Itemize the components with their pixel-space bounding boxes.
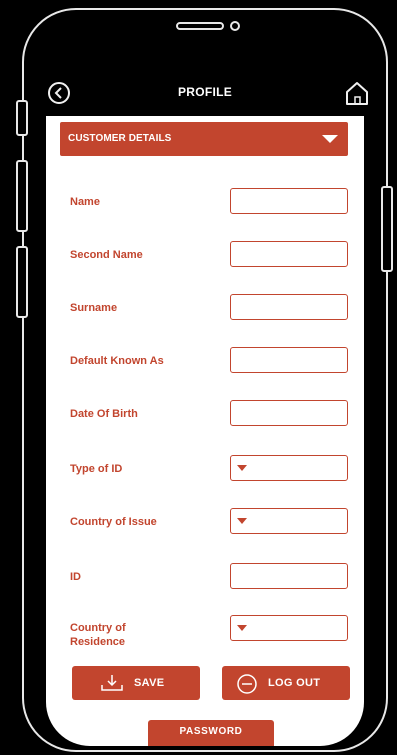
phone-volume-up [16, 160, 28, 232]
chevron-down-icon [237, 465, 247, 471]
save-label: SAVE [134, 677, 165, 689]
surname-input[interactable] [230, 294, 348, 320]
caret-down-icon [322, 135, 338, 143]
customer-details-dropdown[interactable]: CUSTOMER DETAILS [60, 122, 348, 156]
surname-label: Surname [70, 302, 118, 314]
country-of-issue-select[interactable] [230, 508, 348, 534]
type-of-id-label: Type of ID [70, 463, 123, 475]
default-known-as-label: Default Known As [70, 355, 164, 367]
logout-label: LOG OUT [268, 677, 321, 689]
default-known-as-input[interactable] [230, 347, 348, 373]
speaker-grille [176, 22, 224, 30]
app-header: PROFILE [44, 66, 368, 116]
phone-power-button [381, 186, 393, 272]
second-name-label: Second Name [70, 249, 143, 261]
second-name-input[interactable] [230, 241, 348, 267]
chevron-down-icon [237, 518, 247, 524]
date-of-birth-input[interactable] [230, 400, 348, 426]
profile-screen: CUSTOMER DETAILS Name Second Name Surnam… [46, 116, 364, 746]
country-of-residence-select[interactable] [230, 615, 348, 641]
page-title: PROFILE [177, 85, 233, 99]
home-icon[interactable] [344, 80, 370, 106]
front-camera [230, 21, 240, 31]
password-button[interactable]: PASSWORD [148, 720, 274, 746]
phone-volume-down [16, 246, 28, 318]
download-icon [101, 675, 123, 691]
country-of-residence-label: Country of Residence [70, 622, 126, 648]
type-of-id-select[interactable] [230, 455, 348, 481]
minus-circle-icon [237, 674, 257, 694]
save-button[interactable]: SAVE [72, 666, 200, 700]
id-input[interactable] [230, 563, 348, 589]
chevron-down-icon [237, 625, 247, 631]
name-input[interactable] [230, 188, 348, 214]
country-of-issue-label: Country of Issue [70, 516, 157, 528]
phone-mute-switch [16, 100, 28, 136]
id-label: ID [70, 571, 81, 583]
logout-button[interactable]: LOG OUT [222, 666, 350, 700]
section-label: CUSTOMER DETAILS [68, 133, 172, 144]
name-label: Name [70, 196, 100, 208]
date-of-birth-label: Date Of Birth [70, 408, 138, 420]
